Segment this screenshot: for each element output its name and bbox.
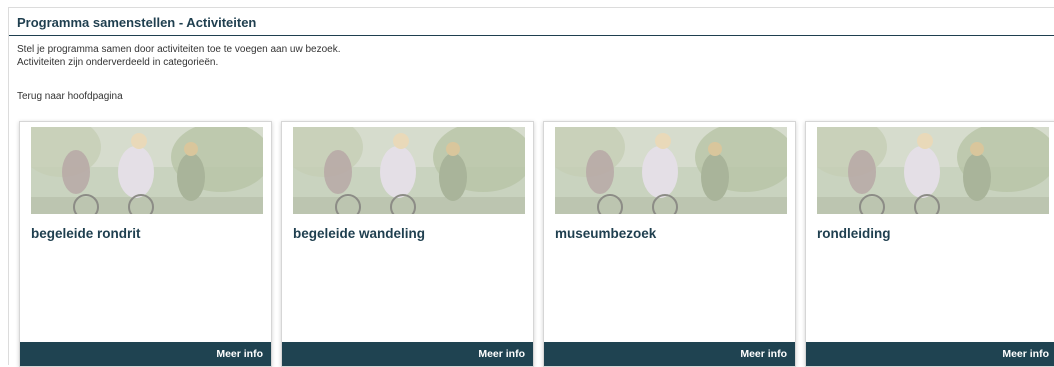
activity-card-begeleide-wandeling[interactable]: begeleide wandeling Meer info bbox=[281, 121, 534, 367]
intro-text: Stel je programma samen door activiteite… bbox=[17, 43, 341, 69]
activity-title[interactable]: museumbezoek bbox=[555, 226, 656, 241]
panel-header: Programma samenstellen - Activiteiten bbox=[9, 8, 1054, 36]
more-info-button[interactable]: Meer info bbox=[282, 342, 533, 366]
activity-photo bbox=[293, 127, 525, 214]
intro-line-2: Activiteiten zijn onderverdeeld in categ… bbox=[17, 57, 219, 68]
more-info-button[interactable]: Meer info bbox=[544, 342, 795, 366]
activity-photo bbox=[31, 127, 263, 214]
activity-card-begeleide-rondrit[interactable]: begeleide rondrit Meer info bbox=[19, 121, 272, 367]
more-info-button[interactable]: Meer info bbox=[20, 342, 271, 366]
activity-photo bbox=[817, 127, 1049, 214]
activity-title[interactable]: rondleiding bbox=[817, 226, 891, 241]
page-title: Programma samenstellen - Activiteiten bbox=[17, 15, 257, 30]
intro-line-1: Stel je programma samen door activiteite… bbox=[17, 44, 341, 55]
more-info-button[interactable]: Meer info bbox=[806, 342, 1054, 366]
activities-panel: Programma samenstellen - Activiteiten St… bbox=[8, 7, 1054, 367]
activity-card-rondleiding[interactable]: rondleiding Meer info bbox=[805, 121, 1054, 367]
activity-title[interactable]: begeleide rondrit bbox=[31, 226, 141, 241]
activity-photo bbox=[555, 127, 787, 214]
activity-card-museumbezoek[interactable]: museumbezoek Meer info bbox=[543, 121, 796, 367]
activity-title[interactable]: begeleide wandeling bbox=[293, 226, 425, 241]
back-to-home-link[interactable]: Terug naar hoofdpagina bbox=[17, 91, 123, 102]
